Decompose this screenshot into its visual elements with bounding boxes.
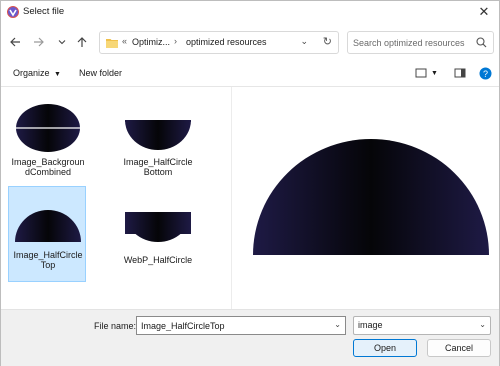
breadcrumb-item[interactable]: Optimiz...: [132, 37, 170, 47]
caret-down-icon[interactable]: ▼: [431, 70, 438, 77]
arrow-up-icon: [77, 37, 87, 47]
search-box[interactable]: [347, 31, 494, 54]
file-list: Image_BackgroundCombined Image_HalfCircl…: [1, 87, 231, 309]
breadcrumb-separator-icon: ›: [174, 36, 177, 46]
dialog-footer: File name: ⌄ image ⌄ Open Cancel: [1, 309, 499, 366]
breadcrumb-overflow-icon[interactable]: «: [122, 36, 127, 46]
recent-locations-button[interactable]: [53, 33, 71, 51]
file-name-label: File name:: [94, 321, 137, 331]
svg-text:?: ?: [483, 69, 488, 79]
close-icon: ✕: [478, 4, 490, 19]
chevron-down-icon: [58, 40, 66, 45]
file-thumbnail: [15, 210, 81, 242]
search-input[interactable]: [353, 36, 468, 50]
app-icon: [7, 6, 19, 18]
file-item-image-halfcircletop[interactable]: Image_HalfCircleTop: [8, 186, 86, 282]
search-icon: [476, 37, 487, 48]
arrow-right-icon: [34, 37, 44, 47]
chevron-down-icon: ⌄: [479, 320, 486, 329]
file-name: Image_HalfCircleBottom: [123, 157, 193, 177]
window-title: Select file: [23, 6, 65, 17]
view-options-icon[interactable]: [415, 67, 427, 79]
title-bar: Select file ✕: [1, 1, 499, 23]
back-button[interactable]: [6, 33, 24, 51]
file-thumbnail: [125, 212, 191, 242]
refresh-icon[interactable]: ↻: [323, 35, 332, 48]
file-thumbnail: [15, 104, 81, 154]
file-name-combobox[interactable]: ⌄: [136, 316, 346, 335]
arrow-left-icon: [10, 37, 20, 47]
chevron-down-icon[interactable]: ⌄: [334, 320, 341, 329]
content-area: Image_BackgroundCombined Image_HalfCircl…: [1, 87, 499, 309]
preview-divider: [231, 87, 232, 309]
file-item-webp-halfcircle[interactable]: WebP_HalfCircle: [118, 186, 196, 282]
folder-icon: [106, 39, 118, 48]
breadcrumb-item[interactable]: optimized resources: [186, 37, 267, 47]
file-item-image-halfcirclebottom[interactable]: Image_HalfCircleBottom: [118, 93, 196, 189]
preview-image: [251, 137, 491, 257]
file-type-value: image: [358, 320, 383, 330]
navigation-bar: « Optimiz... › optimized resources ⌄ ↻: [1, 23, 499, 61]
cancel-button[interactable]: Cancel: [427, 339, 491, 357]
help-icon[interactable]: ?: [479, 67, 492, 80]
organize-label: Organize: [13, 68, 50, 78]
preview-pane-icon[interactable]: [454, 67, 466, 79]
address-bar[interactable]: « Optimiz... › optimized resources ⌄ ↻: [99, 31, 339, 54]
file-type-select[interactable]: image ⌄: [353, 316, 491, 335]
file-name: WebP_HalfCircle: [123, 255, 193, 265]
chevron-down-icon[interactable]: ⌄: [300, 36, 308, 47]
file-item-image-backgroundcombined[interactable]: Image_BackgroundCombined: [8, 93, 86, 189]
forward-button[interactable]: [30, 33, 48, 51]
close-button[interactable]: ✕: [469, 1, 499, 23]
up-button[interactable]: [73, 33, 91, 51]
file-name-input[interactable]: [141, 320, 326, 332]
file-thumbnail: [125, 120, 191, 150]
command-bar: Organize ▼ New folder ▼ ?: [1, 61, 499, 87]
file-dialog: Select file ✕ « Optimiz... › optimized r…: [0, 0, 500, 366]
file-name: Image_HalfCircleTop: [13, 250, 83, 270]
new-folder-button[interactable]: New folder: [79, 68, 122, 78]
open-button[interactable]: Open: [353, 339, 417, 357]
organize-menu[interactable]: Organize ▼: [13, 68, 61, 78]
caret-down-icon: ▼: [54, 71, 61, 78]
file-name: Image_BackgroundCombined: [11, 157, 85, 177]
